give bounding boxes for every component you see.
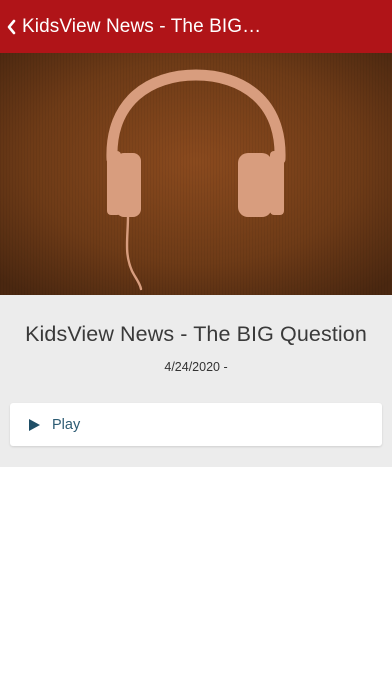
chevron-left-icon <box>6 19 16 35</box>
back-button[interactable] <box>0 0 22 53</box>
headphones-image <box>0 53 392 295</box>
episode-date: 4/24/2020 - <box>164 360 228 374</box>
episode-artwork <box>0 53 392 295</box>
play-icon <box>29 418 41 431</box>
play-button[interactable]: Play <box>10 403 382 446</box>
episode-info-panel: KidsView News - The BIG Question 4/24/20… <box>0 295 392 467</box>
nav-title: KidsView News - The BIG… <box>22 16 262 37</box>
top-nav-bar: KidsView News - The BIG… <box>0 0 392 53</box>
episode-title: KidsView News - The BIG Question <box>25 322 367 346</box>
app-screen: KidsView News - The BIG… KidsView News -… <box>0 0 392 696</box>
play-label: Play <box>52 416 81 433</box>
